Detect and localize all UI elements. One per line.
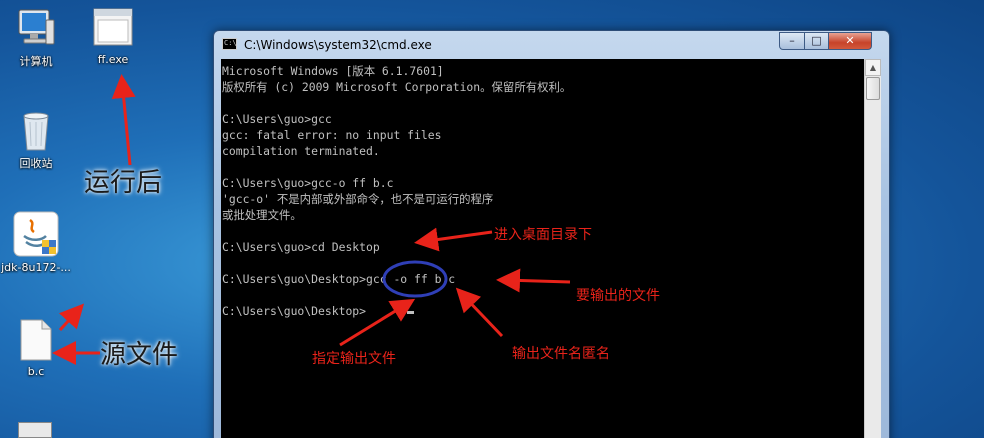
console-line: C:\Users\guo>gcc [222,112,332,126]
close-button[interactable]: ✕ [828,32,872,50]
annotation-specify-output: 指定输出文件 [312,351,396,367]
vertical-scrollbar[interactable]: ▲ [864,59,881,438]
maximize-button[interactable]: □ [804,32,829,50]
computer-desktop-icon[interactable]: 计算机 [0,6,72,69]
partial-desktop-icon [18,422,52,438]
console-line: Microsoft Windows [版本 6.1.7601] [222,64,444,78]
minimize-button[interactable]: – [779,32,805,50]
console-line: C:\Users\guo\Desktop>gcc -o ff b.c [222,272,456,286]
annotation-output-file: 要输出的文件 [576,288,660,304]
window-titlebar[interactable]: C:\ C:\Windows\system32\cmd.exe – □ ✕ [214,31,889,58]
scroll-thumb[interactable] [866,77,880,100]
annotation-output-filename: 输出文件名匿名 [512,346,610,362]
console-line: C:\Users\guo\Desktop> [222,304,367,318]
annotation-after-run: 运行后 [84,168,163,198]
console-line: C:\Users\guo>gcc-o ff b.c [222,176,394,190]
console-line: compilation terminated. [222,144,380,158]
window-title: C:\Windows\system32\cmd.exe [244,38,432,52]
console-line: 或批处理文件。 [222,208,302,222]
console-line: 版权所有 (c) 2009 Microsoft Corporation。保留所有… [222,80,572,94]
b-c-label: b.c [27,365,45,378]
console-output[interactable]: Microsoft Windows [版本 6.1.7601] 版权所有 (c)… [221,59,864,438]
b-c-desktop-icon[interactable]: b.c [0,318,72,378]
recycle-bin-icon [16,108,56,152]
computer-icon [16,6,56,50]
java-installer-icon [12,210,60,258]
ff-exe-desktop-icon[interactable]: ff.exe [77,6,149,66]
console-cursor [407,311,414,314]
arrow-to-ff-exe [111,74,136,166]
annotation-source-file: 源文件 [100,340,179,370]
cmd-icon: C:\ [222,38,237,50]
window-app-icon [91,6,135,50]
recycle-bin-desktop-icon[interactable]: 回收站 [0,108,72,171]
jdk-installer-label: jdk-8u172-... [1,261,71,274]
ff-exe-label: ff.exe [97,53,129,66]
recycle-bin-label: 回收站 [19,157,53,170]
annotation-enter-desktop: 进入桌面目录下 [494,227,592,243]
jdk-installer-desktop-icon[interactable]: jdk-8u172-... [0,210,72,274]
computer-label: 计算机 [19,55,53,68]
console-line: 'gcc-o' 不是内部或外部命令，也不是可运行的程序 [222,192,494,206]
console-line: gcc: fatal error: no input files [222,128,442,142]
text-file-icon [18,318,54,362]
scroll-up-button[interactable]: ▲ [865,59,881,76]
